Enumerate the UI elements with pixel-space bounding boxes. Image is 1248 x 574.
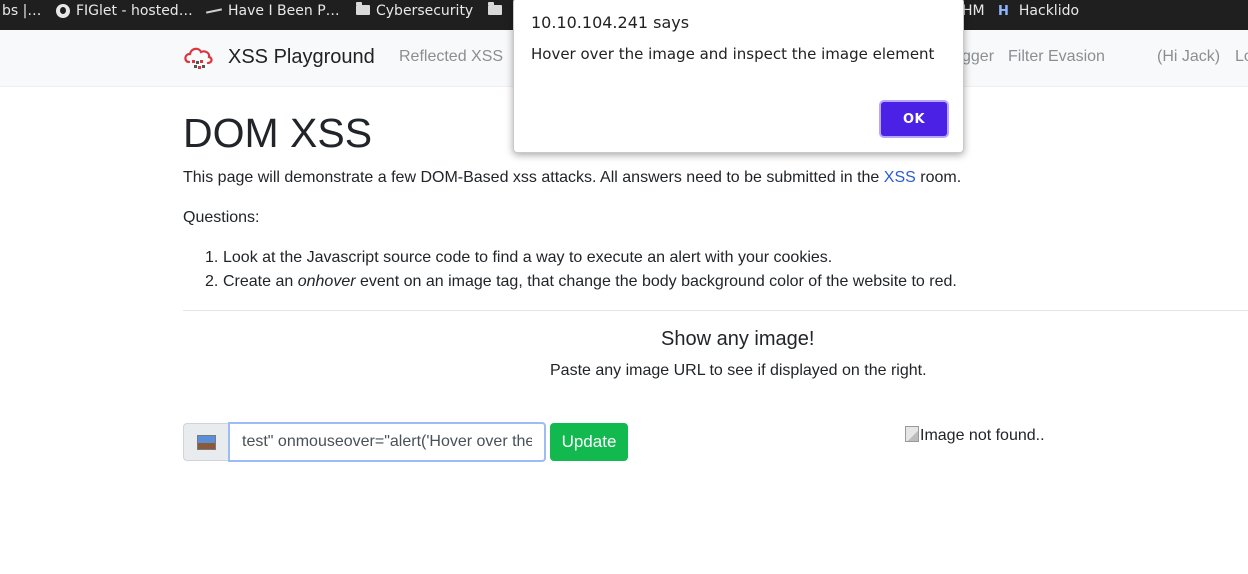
bookmark-label: Hacklido	[1018, 3, 1080, 19]
nav-logout[interactable]: Lo	[1235, 48, 1248, 66]
intro-text-end: room.	[915, 169, 962, 186]
show-image-subtitle: Paste any image URL to see if displayed …	[550, 362, 927, 379]
bookmark-label: FIGlet - hosted…	[76, 3, 193, 19]
nav-reflected-xss[interactable]: Reflected XSS	[399, 48, 503, 66]
intro-paragraph: This page will demonstrate a few DOM-Bas…	[183, 169, 961, 187]
question-number: 1.	[205, 249, 219, 266]
questions-label: Questions:	[183, 209, 260, 226]
nav-logger[interactable]: gger	[962, 48, 994, 66]
divider	[183, 310, 1248, 311]
intro-text: This page will demonstrate a few DOM-Bas…	[183, 169, 884, 186]
broken-image: Image not found..	[905, 426, 1045, 445]
show-image-title: Show any image!	[661, 328, 815, 350]
bookmark-hm[interactable]: HM	[962, 0, 985, 22]
dialog-message: Hover over the image and inspect the ima…	[531, 45, 935, 63]
image-input-addon	[183, 423, 228, 461]
question-number: 2.	[205, 273, 219, 290]
list-item: 2. Create an onhover event on an image ta…	[205, 272, 957, 296]
hacklido-icon: H	[998, 4, 1009, 19]
question-text: Look at the Javascript source code to fi…	[223, 249, 833, 266]
bookmark-label: HM	[962, 3, 985, 19]
globe-icon	[56, 4, 70, 18]
question-text-end: event on an image tag, that change the b…	[355, 273, 957, 290]
bookmark-hacklido[interactable]: H Hacklido	[998, 0, 1079, 22]
hibp-icon	[206, 6, 222, 16]
xss-room-link[interactable]: XSS	[884, 169, 916, 186]
bookmark-folder-cut[interactable]	[488, 0, 508, 22]
dialog-title: 10.10.104.241 says	[531, 13, 690, 32]
bookmark-hibp[interactable]: Have I Been P…	[206, 0, 340, 22]
question-emphasis: onhover	[297, 273, 356, 290]
ok-button[interactable]: OK	[881, 102, 947, 136]
bookmark-cybersecurity[interactable]: Cybersecurity	[356, 0, 473, 22]
bookmark-label: bs |…	[2, 3, 42, 19]
bookmark-item[interactable]: bs |…	[2, 0, 41, 22]
alert-dialog: 10.10.104.241 says Hover over the image …	[513, 0, 964, 153]
bookmark-label: Have I Been P…	[228, 3, 340, 19]
nav-user-greeting: (Hi Jack)	[1157, 48, 1221, 65]
brand-title[interactable]: XSS Playground	[228, 46, 375, 69]
bookmark-label: Cybersecurity	[376, 3, 474, 19]
broken-image-alt: Image not found..	[920, 427, 1045, 444]
question-text: Create an	[223, 273, 298, 290]
cloud-logo-icon[interactable]	[182, 42, 214, 74]
questions-list: 1. Look at the Javascript source code to …	[205, 248, 957, 296]
folder-icon	[488, 2, 502, 15]
image-icon	[197, 435, 216, 450]
page-title: DOM XSS	[183, 110, 373, 156]
broken-image-icon	[905, 426, 919, 442]
folder-icon	[356, 2, 370, 15]
image-url-input[interactable]	[228, 422, 546, 462]
nav-filter-evasion[interactable]: Filter Evasion	[1008, 48, 1105, 66]
list-item: 1. Look at the Javascript source code to …	[205, 248, 957, 272]
update-button[interactable]: Update	[550, 423, 628, 461]
bookmark-figlet[interactable]: FIGlet - hosted…	[56, 0, 193, 22]
